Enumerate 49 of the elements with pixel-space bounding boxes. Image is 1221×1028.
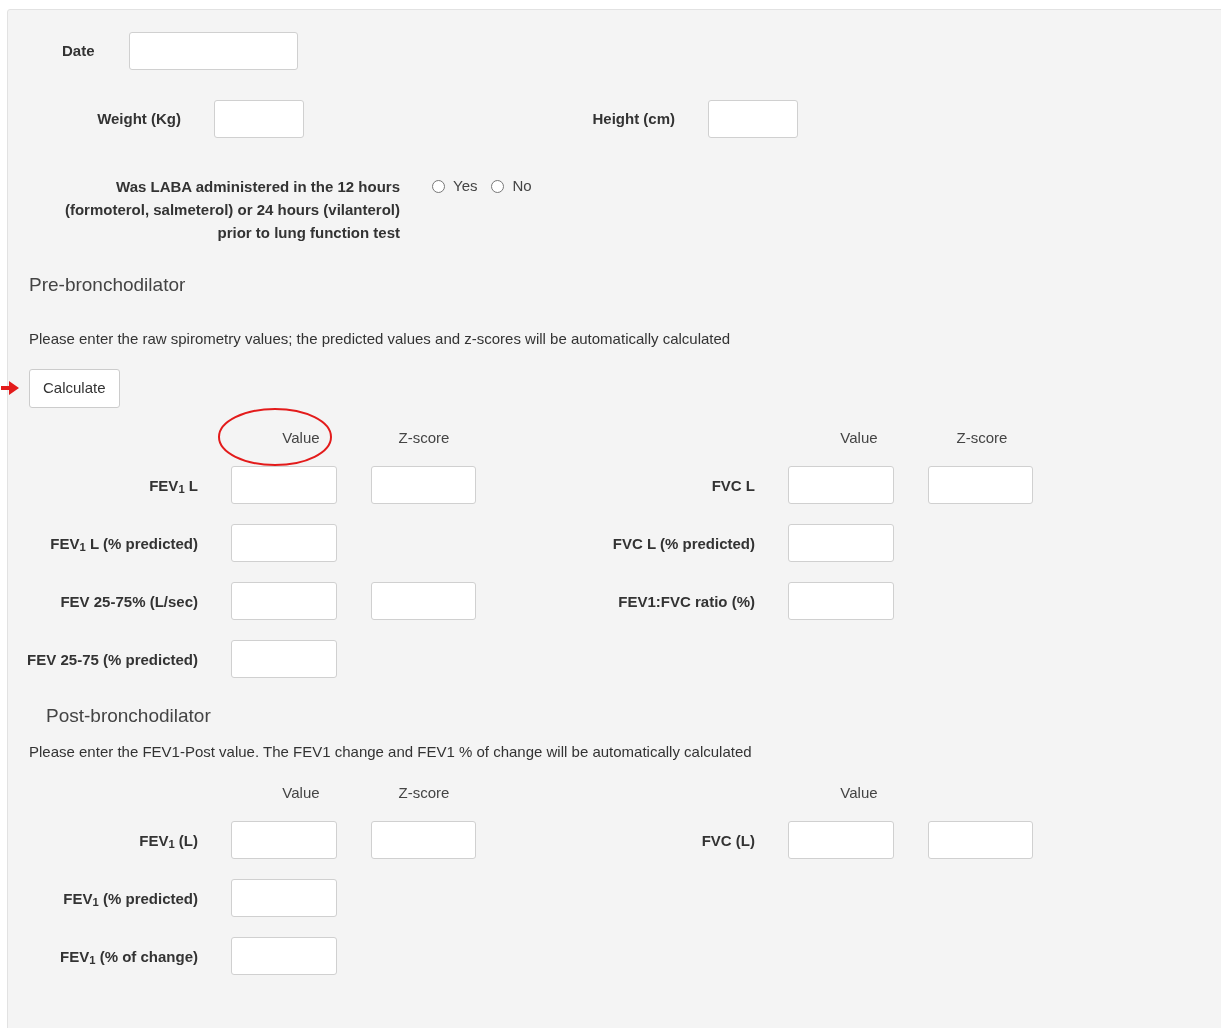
field-label: FEV$_{1}$ (% predicted) [62,888,198,910]
input-field[interactable] [231,879,337,917]
instruction-text: Please enter the FEV1-Post value. The FEV1 change and FEV1 % of change will be automatically calculated [29,741,753,762]
field-label: FEV$_{1}$ (% of change) [59,946,198,968]
input-field[interactable] [371,466,476,504]
field-label: FEV$_{1}$ (L) [138,830,198,852]
input-field[interactable] [231,640,337,678]
input-field[interactable] [708,100,798,138]
field-label: FVC (L) [700,830,755,851]
field-label: FVC L [710,475,755,496]
arrow-icon [1,381,19,395]
input-field[interactable] [231,582,337,620]
column-header: Value [840,782,878,803]
column-header: Value [282,427,320,448]
calculate-button[interactable]: Calculate [29,369,120,408]
input-field[interactable] [231,524,337,562]
section-heading: Post-bronchodilator [46,704,212,728]
input-field[interactable] [788,524,894,562]
column-header: Value [282,782,320,803]
radio-option[interactable]: Yes [432,175,478,198]
column-header: Value [840,427,878,448]
field-label: FEV1:FVC ratio (%) [617,591,755,612]
column-header: Z-score [956,427,1008,448]
input-field[interactable] [231,466,337,504]
input-field[interactable] [788,582,894,620]
field-label: Weight (Kg) [96,108,181,129]
input-field[interactable] [371,582,476,620]
column-header: Z-score [398,782,450,803]
field-label: FVC L (% predicted) [611,533,755,554]
instruction-text: Please enter the raw spirometry values; the predicted values and z-scores will be automatically calculated [29,328,732,349]
field-label: FEV 25-75 (% predicted) [26,649,198,670]
input-field[interactable] [788,821,894,859]
input-field[interactable] [214,100,304,138]
input-field[interactable] [231,937,337,975]
column-header: Z-score [398,427,450,448]
section-heading: Pre-bronchodilator [29,273,187,297]
input-field[interactable] [928,466,1033,504]
input-field[interactable] [371,821,476,859]
input-field[interactable] [129,32,298,70]
question-text: Was LABA administered in the 12 hours (formoterol, salmeterol) or 24 hours (vilanterol) prior to lung function test [63,177,400,243]
field-label: Date [62,40,96,61]
field-label: Height (cm) [591,108,675,129]
field-label: FEV$_{1}$ L [148,475,198,497]
field-label: FEV 25-75% (L/sec) [59,591,198,612]
radio-option[interactable]: No [491,175,532,198]
input-field[interactable] [928,821,1033,859]
input-field[interactable] [788,466,894,504]
field-label: FEV$_{1}$ L (% predicted) [49,533,198,555]
input-field[interactable] [231,821,337,859]
